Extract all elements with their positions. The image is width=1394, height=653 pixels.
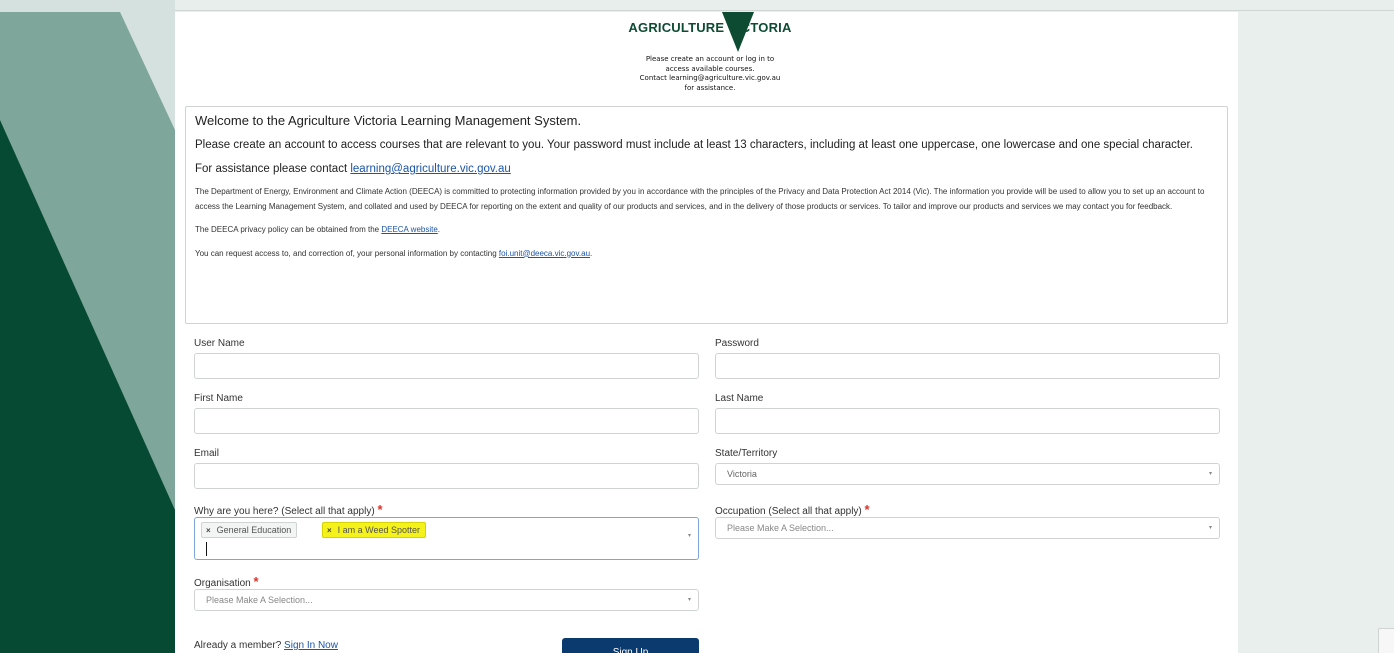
tag-label: General Education bbox=[216, 525, 292, 535]
logo-text: AGRICULTURE VICTORIA bbox=[628, 20, 792, 35]
remove-tag-icon[interactable]: × bbox=[206, 526, 211, 535]
foi-email-link[interactable]: foi.unit@deeca.vic.gov.au bbox=[499, 249, 590, 258]
welcome-info-box: Welcome to the Agriculture Victoria Lear… bbox=[185, 106, 1228, 324]
why-here-label-text: Why are you here? (Select all that apply… bbox=[194, 506, 375, 517]
main-panel: AGRICULTURE VICTORIA Please create an ac… bbox=[175, 12, 1238, 653]
intro-text: Please create an account or log in to ac… bbox=[595, 55, 825, 93]
organisation-placeholder: Please Make A Selection... bbox=[206, 595, 313, 605]
password-label: Password bbox=[715, 338, 759, 349]
first-name-label: First Name bbox=[194, 393, 243, 404]
tag-general-education: × General Education bbox=[201, 522, 298, 538]
assistance-prefix: For assistance please contact bbox=[195, 163, 351, 175]
occupation-placeholder: Please Make A Selection... bbox=[727, 523, 834, 533]
already-member-prefix: Already a member? bbox=[194, 640, 285, 651]
why-here-multiselect[interactable]: × General Education × I am a Weed Spotter … bbox=[194, 517, 699, 560]
remove-tag-icon[interactable]: × bbox=[327, 526, 332, 535]
recaptcha-badge[interactable] bbox=[1378, 628, 1394, 653]
access-suffix: . bbox=[590, 248, 593, 258]
privacy-statement: The Department of Energy, Environment an… bbox=[195, 187, 1205, 211]
password-requirements-text: Please create an account to access cours… bbox=[195, 139, 1193, 151]
already-member-text: Already a member? Sign In Now bbox=[194, 640, 338, 651]
intro-line-3: Contact learning@agriculture.vic.gov.au bbox=[639, 74, 781, 82]
text-cursor bbox=[206, 542, 207, 556]
required-asterisk: * bbox=[864, 502, 870, 517]
policy-prefix: The DEECA privacy policy can be obtained… bbox=[195, 225, 382, 234]
last-name-label: Last Name bbox=[715, 393, 764, 404]
chevron-down-icon: ▾ bbox=[1208, 471, 1212, 477]
access-request-text: You can request access to, and correctio… bbox=[195, 247, 1218, 262]
first-name-input[interactable] bbox=[194, 408, 699, 434]
sign-up-button[interactable]: Sign Up bbox=[562, 638, 699, 653]
intro-line-4: for assistance. bbox=[684, 83, 736, 92]
organisation-label: Organisation * bbox=[194, 574, 259, 589]
state-select[interactable]: Victoria ▾ bbox=[715, 463, 1220, 485]
username-label: User Name bbox=[194, 338, 245, 349]
last-name-input[interactable] bbox=[715, 408, 1220, 434]
occupation-select[interactable]: Please Make A Selection... ▾ bbox=[715, 517, 1220, 539]
access-prefix: You can request access to, and correctio… bbox=[195, 248, 499, 258]
chevron-down-icon: ▾ bbox=[687, 533, 691, 539]
assistance-text: For assistance please contact learning@a… bbox=[195, 161, 1218, 178]
organisation-select[interactable]: Please Make A Selection... ▾ bbox=[194, 589, 699, 611]
deeca-website-link[interactable]: DEECA website bbox=[381, 225, 437, 234]
email-label: Email bbox=[194, 448, 220, 459]
organisation-label-text: Organisation bbox=[194, 578, 251, 589]
required-asterisk: * bbox=[377, 502, 383, 517]
password-input[interactable] bbox=[715, 353, 1220, 379]
decorative-background-right bbox=[1238, 12, 1394, 653]
agriculture-victoria-logo: AGRICULTURE VICTORIA bbox=[625, 12, 795, 56]
occupation-label-text: Occupation (Select all that apply) bbox=[715, 506, 862, 517]
sign-in-link[interactable]: Sign In Now bbox=[284, 640, 338, 651]
top-divider bbox=[0, 10, 1394, 11]
policy-suffix: . bbox=[437, 225, 441, 234]
required-asterisk: * bbox=[253, 574, 259, 589]
email-input[interactable] bbox=[194, 463, 699, 489]
decorative-background-left bbox=[0, 0, 175, 653]
welcome-title: Welcome to the Agriculture Victoria Lear… bbox=[195, 113, 582, 128]
state-selected-value: Victoria bbox=[727, 469, 757, 479]
why-here-label: Why are you here? (Select all that apply… bbox=[194, 502, 383, 517]
username-input[interactable] bbox=[194, 353, 699, 379]
state-label: State/Territory bbox=[715, 448, 778, 459]
intro-line-1: Please create an account or log in to bbox=[645, 55, 775, 63]
chevron-down-icon: ▾ bbox=[687, 597, 691, 603]
chevron-down-icon: ▾ bbox=[1208, 525, 1212, 531]
tag-label: I am a Weed Spotter bbox=[337, 525, 421, 535]
occupation-label: Occupation (Select all that apply) * bbox=[715, 502, 870, 517]
privacy-policy-text: The DEECA privacy policy can be obtained… bbox=[195, 223, 1218, 238]
tag-weed-spotter: × I am a Weed Spotter bbox=[322, 522, 427, 538]
intro-line-2: access available courses. bbox=[665, 64, 755, 73]
assistance-email-link[interactable]: learning@agriculture.vic.gov.au bbox=[350, 163, 510, 175]
